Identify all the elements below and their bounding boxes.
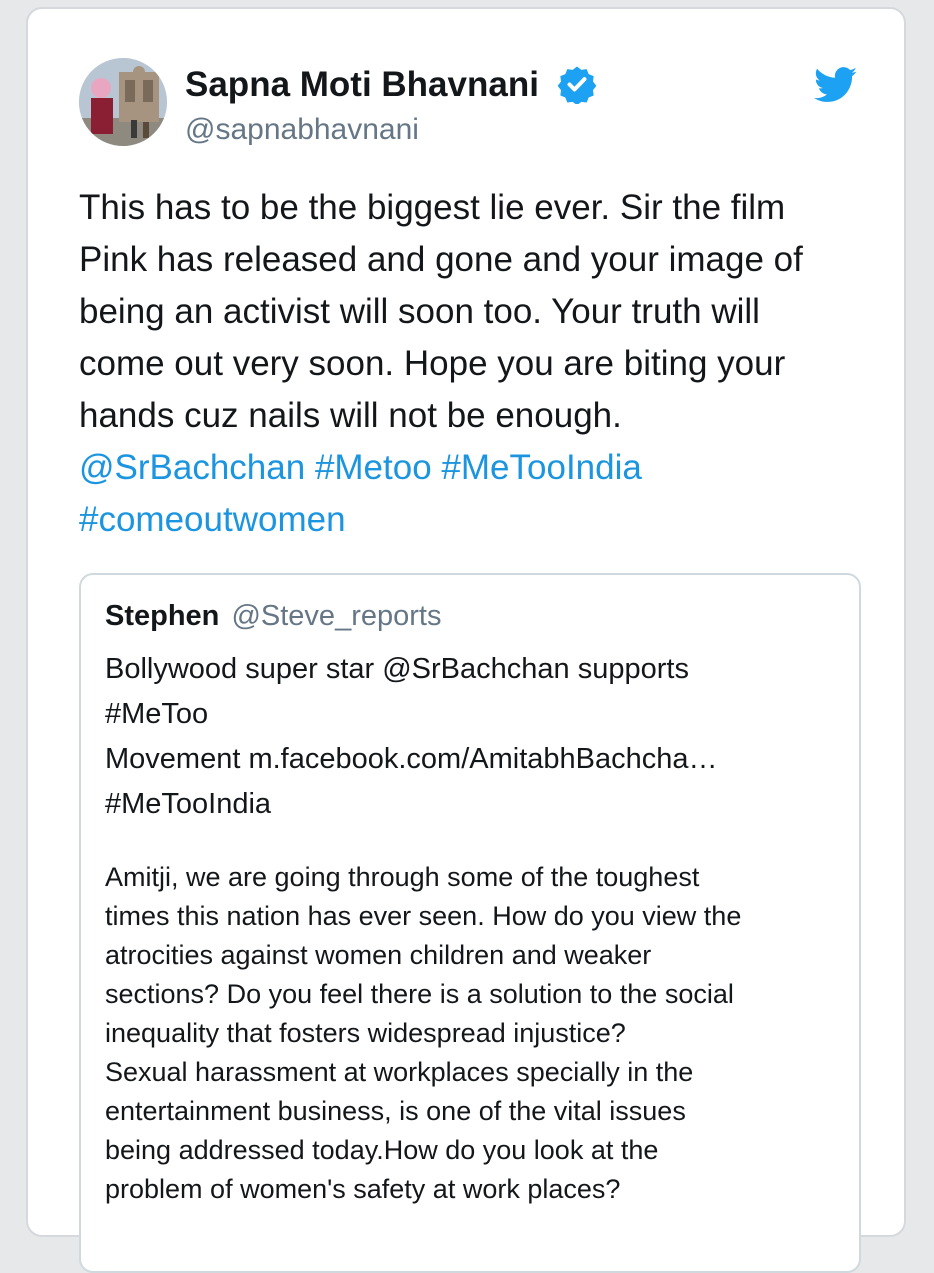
article-text-line: problem of women's safety at work places…	[105, 1174, 621, 1204]
tweet-tags-line: @SrBachchan #Metoo #MeTooIndia	[79, 442, 879, 494]
article-text-line: inequality that fosters widespread injus…	[105, 1018, 626, 1048]
hashtag-link[interactable]: #comeoutwomen	[79, 500, 346, 539]
tweet-text-line: Pink has released and gone and your imag…	[79, 240, 803, 279]
quoted-tweet-text: Bollywood super star @SrBachchan support…	[105, 647, 845, 827]
quoted-tweet-header: Stephen @Steve_reports	[105, 599, 441, 633]
quoted-author-handle[interactable]: @Steve_reports	[231, 600, 441, 632]
quoted-text-line: Bollywood super star @SrBachchan support…	[105, 653, 689, 685]
article-text-line: entertainment business, is one of the vi…	[105, 1096, 686, 1126]
author-handle[interactable]: @sapnabhavnani	[185, 113, 419, 147]
hashtag-link[interactable]: #Metoo	[315, 448, 432, 487]
tweet-text-line: come out very soon. Hope you are biting …	[79, 344, 786, 383]
article-text-line: being addressed today.How do you look at…	[105, 1135, 659, 1165]
quoted-text-line: #MeTooIndia	[105, 788, 272, 820]
article-text-line: Sexual harassment at workplaces speciall…	[105, 1057, 694, 1087]
article-text-line: Amitji, we are going through some of the…	[105, 862, 700, 892]
avatar-image	[79, 58, 167, 146]
tweet-text-line: hands cuz nails will not be enough.	[79, 396, 622, 435]
quoted-article-text: Amitji, we are going through some of the…	[105, 858, 845, 1209]
tweet-card[interactable]: Sapna Moti Bhavnani @sapnabhavnani This …	[26, 7, 906, 1273]
quoted-text-line: #MeToo	[105, 698, 209, 730]
quoted-author-name[interactable]: Stephen	[105, 600, 219, 632]
author-name-row[interactable]: Sapna Moti Bhavnani	[185, 65, 597, 105]
tweet-text-line: This has to be the biggest lie ever. Sir…	[79, 188, 786, 227]
tweet-body: This has to be the biggest lie ever. Sir…	[79, 182, 879, 546]
tweet-text-line: being an activist will soon too. Your tr…	[79, 292, 760, 331]
tweet-tags-line: #comeoutwomen	[79, 494, 879, 546]
author-name[interactable]: Sapna Moti Bhavnani	[185, 65, 539, 104]
twitter-bird-icon[interactable]	[814, 67, 858, 103]
avatar[interactable]	[79, 58, 167, 146]
hashtag-link[interactable]: #MeTooIndia	[441, 448, 641, 487]
article-text-line: times this nation has ever seen. How do …	[105, 901, 742, 931]
quoted-tweet[interactable]: Stephen @Steve_reports Bollywood super s…	[79, 573, 861, 1273]
verified-badge-icon	[557, 66, 597, 104]
quoted-text-line: Movement m.facebook.com/AmitabhBachcha…	[105, 743, 718, 775]
mention-link[interactable]: @SrBachchan	[79, 448, 305, 487]
article-text-line: atrocities against women children and we…	[105, 940, 652, 970]
article-text-line: sections? Do you feel there is a solutio…	[105, 979, 734, 1009]
